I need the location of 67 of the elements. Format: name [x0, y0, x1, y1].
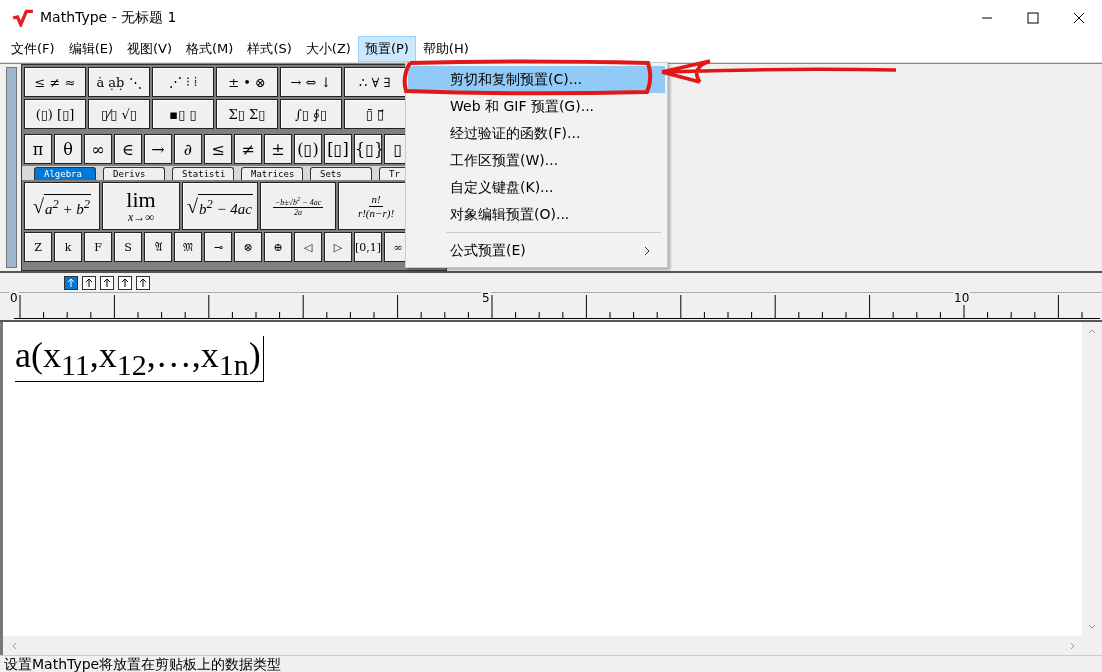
- menu-item[interactable]: 预置(P): [357, 36, 416, 62]
- menu-item[interactable]: 样式(S): [240, 36, 299, 62]
- symbol-button[interactable]: ≠: [234, 134, 262, 164]
- symbol-button[interactable]: ▷: [324, 232, 352, 262]
- palette-tab[interactable]: Derivs: [103, 167, 165, 180]
- menu-item[interactable]: 视图(V): [120, 36, 180, 62]
- window-title: MathType - 无标题 1: [40, 9, 177, 27]
- symbol-button[interactable]: ±: [264, 134, 292, 164]
- symbol-button[interactable]: ≤: [204, 134, 232, 164]
- nudge-arrow-icon[interactable]: [82, 275, 96, 290]
- palette-tab[interactable]: Matrices: [241, 167, 303, 180]
- nudge-arrow-icon[interactable]: [136, 275, 150, 290]
- symbol-button[interactable]: k: [54, 232, 82, 262]
- template-palette-button[interactable]: ⋰ ⁝ ⁞: [152, 67, 214, 97]
- menu-item[interactable]: 大小(Z): [298, 36, 358, 62]
- template-palette-button[interactable]: ▯̄ ▯⃗: [344, 99, 406, 129]
- menu-entry[interactable]: Web 和 GIF 预置(G)...: [408, 93, 665, 120]
- symbol-button[interactable]: 𝔄: [144, 232, 172, 262]
- symbol-button[interactable]: [0,1]: [354, 232, 382, 262]
- menu-item[interactable]: 格式(M): [179, 36, 241, 62]
- symbol-button[interactable]: F: [84, 232, 112, 262]
- ruler-label: 10: [953, 291, 971, 305]
- menu-item[interactable]: 帮助(H): [415, 36, 476, 62]
- symbol-button[interactable]: ∂: [174, 134, 202, 164]
- palette-tab[interactable]: Algebra: [34, 167, 96, 180]
- menu-item[interactable]: 编辑(E): [61, 36, 120, 62]
- symbol-button[interactable]: ∈: [114, 134, 142, 164]
- menu-item[interactable]: 文件(F): [4, 36, 62, 62]
- template-palette-button[interactable]: ≤ ≠ ≈: [24, 67, 86, 97]
- template-palette-button[interactable]: ▯⁄▯ √▯: [88, 99, 150, 129]
- status-text: 设置MathType将放置在剪贴板上的数据类型: [4, 656, 282, 672]
- palette-tab[interactable]: Statisti: [172, 167, 234, 180]
- symbol-button[interactable]: [▯]: [324, 134, 352, 164]
- symbol-button[interactable]: ∞: [84, 134, 112, 164]
- template-palette-button[interactable]: ▪▯ ▯: [152, 99, 214, 129]
- nudge-arrow-icon[interactable]: [118, 275, 132, 290]
- ruler-label: 5: [481, 291, 491, 305]
- template-palette-button[interactable]: → ⇔ ↓: [280, 67, 342, 97]
- template-button[interactable]: √b$^{2}$ − 4ac: [182, 182, 258, 230]
- template-button[interactable]: √a$^{2}$ + b$^{2}$: [24, 182, 100, 230]
- nudge-arrow-icon[interactable]: [64, 275, 78, 290]
- ruler-label: 0: [9, 291, 19, 305]
- template-palette-button[interactable]: (▯) [▯]: [24, 99, 86, 129]
- symbol-button[interactable]: ⊸: [204, 232, 232, 262]
- app-logo-icon: [12, 9, 34, 27]
- symbol-button[interactable]: θ: [54, 134, 82, 164]
- symbol-button[interactable]: ⊕: [264, 232, 292, 262]
- template-palette-button[interactable]: ∫▯ ∮▯: [280, 99, 342, 129]
- symbol-button[interactable]: (▯): [294, 134, 322, 164]
- template-button[interactable]: lim x→∞: [102, 182, 180, 230]
- symbol-button[interactable]: S: [114, 232, 142, 262]
- symbol-button[interactable]: →: [144, 134, 172, 164]
- nudge-arrow-icon[interactable]: [100, 275, 114, 290]
- symbol-button[interactable]: Z: [24, 232, 52, 262]
- toolbar-grip[interactable]: [6, 67, 17, 268]
- template-palette-button[interactable]: ȧ ạḅ ⋱: [88, 67, 150, 97]
- symbol-button[interactable]: ◁: [294, 232, 322, 262]
- template-palette-button[interactable]: Σ▯ Σ▯: [216, 99, 278, 129]
- palette-tab[interactable]: Sets: [310, 167, 372, 180]
- template-palette-button[interactable]: ± • ⊗: [216, 67, 278, 97]
- symbol-button[interactable]: π: [24, 134, 52, 164]
- symbol-button[interactable]: ⊗: [234, 232, 262, 262]
- template-palette-button[interactable]: ∴ ∀ ∃: [344, 67, 406, 97]
- equation: a(x$_{11}$,x$_{12}$,…,x$_{1n}$): [15, 336, 264, 383]
- symbol-button[interactable]: 𝔐: [174, 232, 202, 262]
- template-button[interactable]: −b±√b$^{2}$ − 4ac 2a: [260, 182, 336, 230]
- vertical-scrollbar[interactable]: [1082, 322, 1102, 636]
